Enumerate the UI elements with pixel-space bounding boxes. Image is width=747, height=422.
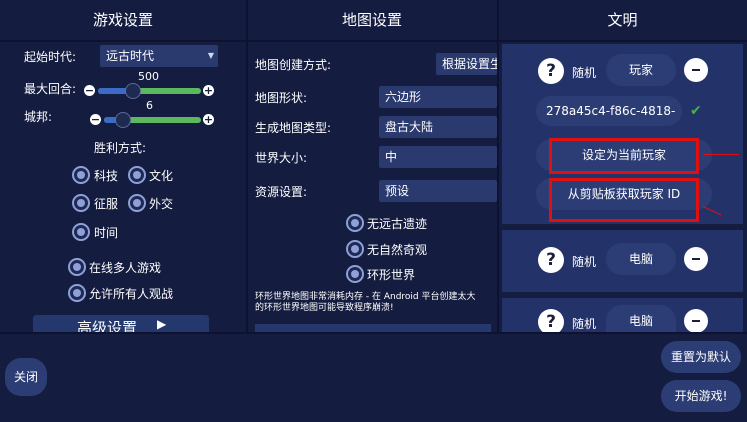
world-size-value: 中 [385, 150, 398, 164]
close-button[interactable]: 关闭 [5, 358, 47, 396]
player-2-type-button[interactable]: 电脑 [606, 243, 676, 275]
dropdown-arrow-icon: ▼ [207, 51, 214, 60]
decrease-turns-icon[interactable]: − [84, 85, 95, 96]
annotation-arrow-1 [703, 154, 739, 155]
map-shape-value: 六边形 [385, 90, 422, 104]
player-3-type-button[interactable]: 电脑 [606, 305, 676, 332]
player-3-nation: 随机 [572, 317, 597, 331]
divider-1 [246, 0, 248, 332]
no-natural-wonders-radio[interactable] [346, 240, 364, 258]
victory-culture-radio[interactable] [128, 166, 146, 184]
allow-spectators-label: 允许所有人观战 [89, 287, 174, 301]
victory-domination-label: 征服 [94, 197, 119, 211]
advanced-settings-label: 高级设置 [77, 319, 138, 332]
world-wrap-label: 环形世界 [367, 268, 416, 282]
map-type-value: 盘古大陆 [385, 120, 434, 134]
resource-setting-value: 预设 [385, 184, 410, 198]
online-multiplayer-radio[interactable] [68, 258, 86, 276]
question-icon[interactable]: ? [538, 247, 564, 273]
remove-player-3-icon[interactable] [684, 309, 708, 333]
highlight-box-set-current [549, 138, 699, 174]
no-ruins-radio[interactable] [346, 214, 364, 232]
no-natural-wonders-label: 无自然奇观 [367, 243, 428, 257]
max-turns-value: 500 [138, 70, 159, 83]
world-wrap-warning: 环形世界地图非常消耗内存 - 在 Android 平台创建太大的环形世界地图可能… [255, 292, 476, 313]
map-type-label: 生成地图类型: [255, 121, 332, 135]
reset-defaults-label: 重置为默认 [670, 350, 731, 364]
remove-player-2-icon[interactable] [684, 247, 708, 271]
world-size-select[interactable]: 中 [379, 146, 497, 168]
start-game-label: 开始游戏! [674, 389, 728, 403]
map-creation-label: 地图创建方式: [255, 58, 332, 72]
start-game-button[interactable]: 开始游戏! [661, 380, 741, 412]
increase-city-states-icon[interactable]: + [203, 114, 214, 125]
cursor-icon: ▶ [157, 317, 167, 331]
resource-setting-select[interactable]: 预设 [379, 180, 497, 202]
advanced-settings-button[interactable]: 高级设置 ▶ [33, 315, 209, 332]
max-turns-label: 最大回合: [24, 82, 77, 96]
map-type-select[interactable]: 盘古大陆 [379, 116, 497, 138]
question-icon[interactable]: ? [538, 58, 564, 84]
victory-diplomatic-label: 外交 [149, 197, 174, 211]
start-era-select[interactable]: 远古时代 ▼ [100, 45, 218, 67]
reset-defaults-button[interactable]: 重置为默认 [661, 341, 741, 373]
max-turns-slider-knob[interactable] [125, 83, 141, 99]
map-creation-value: 根据设置生成 [442, 57, 497, 71]
map-shape-label: 地图形状: [255, 91, 308, 105]
map-settings-header: 地图设置 [341, 11, 402, 29]
player-3-type-label: 电脑 [628, 314, 653, 328]
victory-culture-label: 文化 [149, 169, 174, 183]
game-settings-header: 游戏设置 [92, 11, 153, 29]
header-divider [0, 40, 747, 42]
no-ruins-label: 无远古遗迹 [367, 217, 428, 231]
divider-2 [497, 0, 499, 332]
civilizations-header: 文明 [607, 11, 638, 29]
map-shape-select[interactable]: 六边形 [379, 86, 497, 108]
check-icon: ✔ [690, 103, 702, 119]
decrease-city-states-icon[interactable]: − [90, 114, 101, 125]
victory-domination-radio[interactable] [72, 194, 90, 212]
victory-science-label: 科技 [94, 169, 119, 183]
start-era-value: 远古时代 [106, 49, 155, 63]
allow-spectators-radio[interactable] [68, 284, 86, 302]
increase-turns-icon[interactable]: + [203, 85, 214, 96]
close-label: 关闭 [13, 370, 38, 384]
world-size-label: 世界大小: [255, 151, 308, 165]
highlight-box-clipboard [549, 178, 699, 222]
victory-science-radio[interactable] [72, 166, 90, 184]
victory-time-label: 时间 [94, 226, 119, 240]
city-states-value: 6 [146, 99, 153, 112]
remove-player-1-icon[interactable] [684, 58, 708, 82]
player-2-type-label: 电脑 [628, 252, 653, 266]
map-creation-select[interactable]: 根据设置生成 [436, 53, 497, 75]
city-states-slider-knob[interactable] [115, 112, 131, 128]
map-panel-scroll-edge [255, 324, 491, 332]
victory-types-label: 胜利方式: [94, 141, 147, 155]
resource-setting-label: 资源设置: [255, 185, 308, 199]
player-1-type-label: 玩家 [628, 63, 653, 77]
max-turns-slider-fill [98, 88, 128, 94]
city-states-label: 城邦: [24, 110, 53, 124]
player-2-nation: 随机 [572, 255, 597, 269]
victory-diplomatic-radio[interactable] [128, 194, 146, 212]
player-id-value: 278a45c4-f86c-4818- [546, 104, 676, 118]
player-id-field[interactable]: 278a45c4-f86c-4818- [536, 96, 682, 126]
victory-time-radio[interactable] [72, 223, 90, 241]
player-1-type-button[interactable]: 玩家 [606, 54, 676, 86]
world-wrap-radio[interactable] [346, 265, 364, 283]
start-era-label: 起始时代: [24, 50, 77, 64]
online-multiplayer-label: 在线多人游戏 [89, 261, 162, 275]
player-1-nation: 随机 [572, 66, 597, 80]
bottom-bar [0, 332, 747, 422]
